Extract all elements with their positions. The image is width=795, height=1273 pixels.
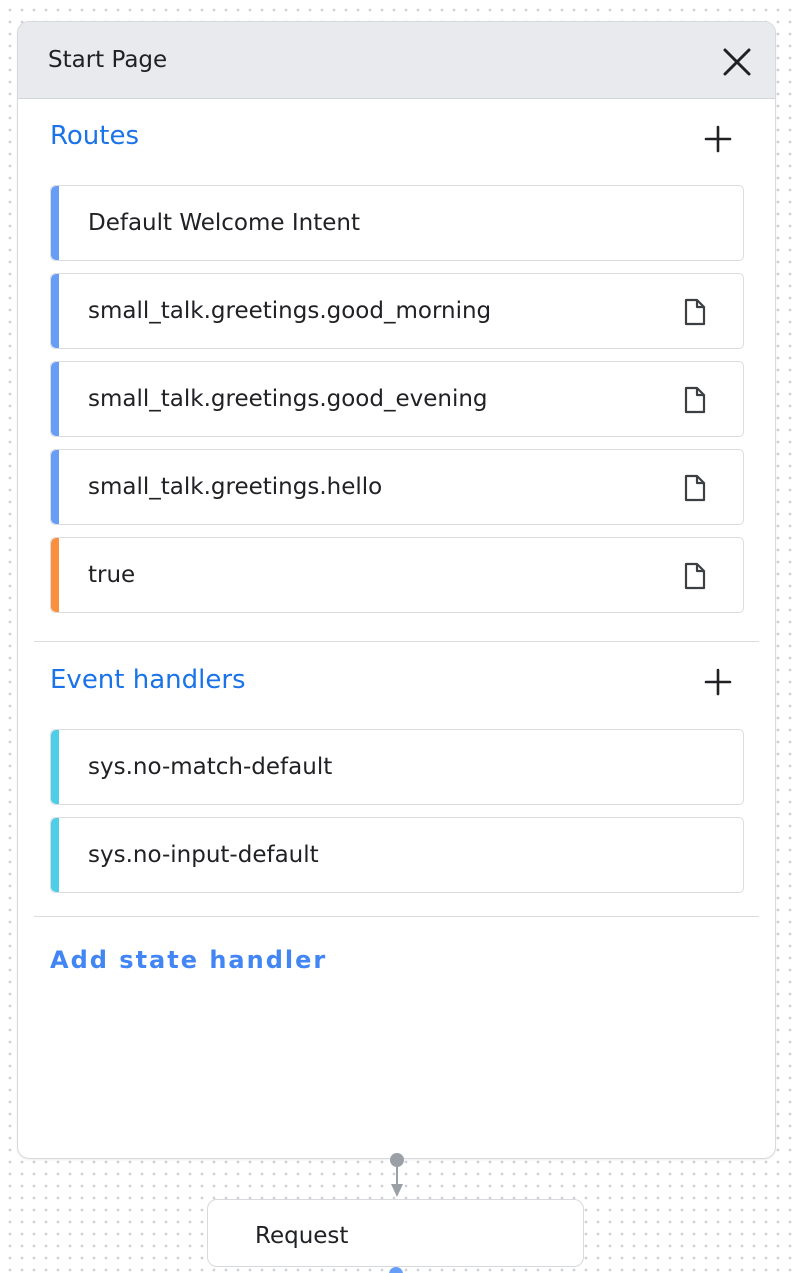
close-icon: [723, 48, 751, 76]
plus-icon: [704, 125, 732, 153]
item-color-bar: [51, 538, 59, 612]
event-handler-item[interactable]: sys.no-match-default: [50, 729, 744, 805]
document-icon: [684, 474, 706, 502]
request-node-label: Request: [255, 1223, 349, 1249]
route-item-label: true: [88, 562, 136, 588]
close-button[interactable]: [717, 42, 757, 82]
add-state-handler-link[interactable]: Add state handler: [50, 946, 327, 974]
route-item[interactable]: small_talk.greetings.good_evening: [50, 361, 744, 437]
item-color-bar: [51, 274, 59, 348]
document-icon: [684, 386, 706, 414]
event-handler-item-label: sys.no-input-default: [88, 842, 319, 868]
page-panel: Start Page Routes Default Welcome Intent…: [17, 21, 776, 1159]
output-port[interactable]: [389, 1267, 403, 1273]
document-icon: [684, 562, 706, 590]
event-handler-item[interactable]: sys.no-input-default: [50, 817, 744, 893]
panel-title: Start Page: [48, 47, 168, 73]
item-color-bar: [51, 818, 59, 892]
connector-port: [390, 1153, 404, 1167]
arrowhead-icon: [391, 1184, 403, 1197]
routes-title: Routes: [50, 121, 140, 151]
route-item-label: small_talk.greetings.good_morning: [88, 298, 492, 324]
route-item-label: Default Welcome Intent: [88, 210, 360, 236]
item-color-bar: [51, 450, 59, 524]
event-handler-item-label: sys.no-match-default: [88, 754, 333, 780]
item-color-bar: [51, 730, 59, 804]
item-color-bar: [51, 186, 59, 260]
event-handlers-list: sys.no-match-default sys.no-input-default: [50, 729, 744, 905]
event-handlers-title: Event handlers: [50, 665, 246, 695]
panel-header: Start Page: [18, 22, 775, 99]
document-icon: [684, 298, 706, 326]
route-item[interactable]: Default Welcome Intent: [50, 185, 744, 261]
route-item[interactable]: small_talk.greetings.hello: [50, 449, 744, 525]
route-item-label: small_talk.greetings.hello: [88, 474, 383, 500]
route-item[interactable]: true: [50, 537, 744, 613]
add-event-handler-button[interactable]: [699, 663, 737, 701]
route-item-label: small_talk.greetings.good_evening: [88, 386, 488, 412]
item-color-bar: [51, 362, 59, 436]
add-route-button[interactable]: [699, 120, 737, 158]
route-item[interactable]: small_talk.greetings.good_morning: [50, 273, 744, 349]
routes-list: Default Welcome Intent small_talk.greetin…: [50, 185, 744, 625]
connector-arrow: [390, 1153, 404, 1197]
section-divider: [34, 916, 759, 917]
section-divider: [34, 641, 759, 642]
request-node[interactable]: Request: [207, 1199, 584, 1267]
plus-icon: [704, 668, 732, 696]
